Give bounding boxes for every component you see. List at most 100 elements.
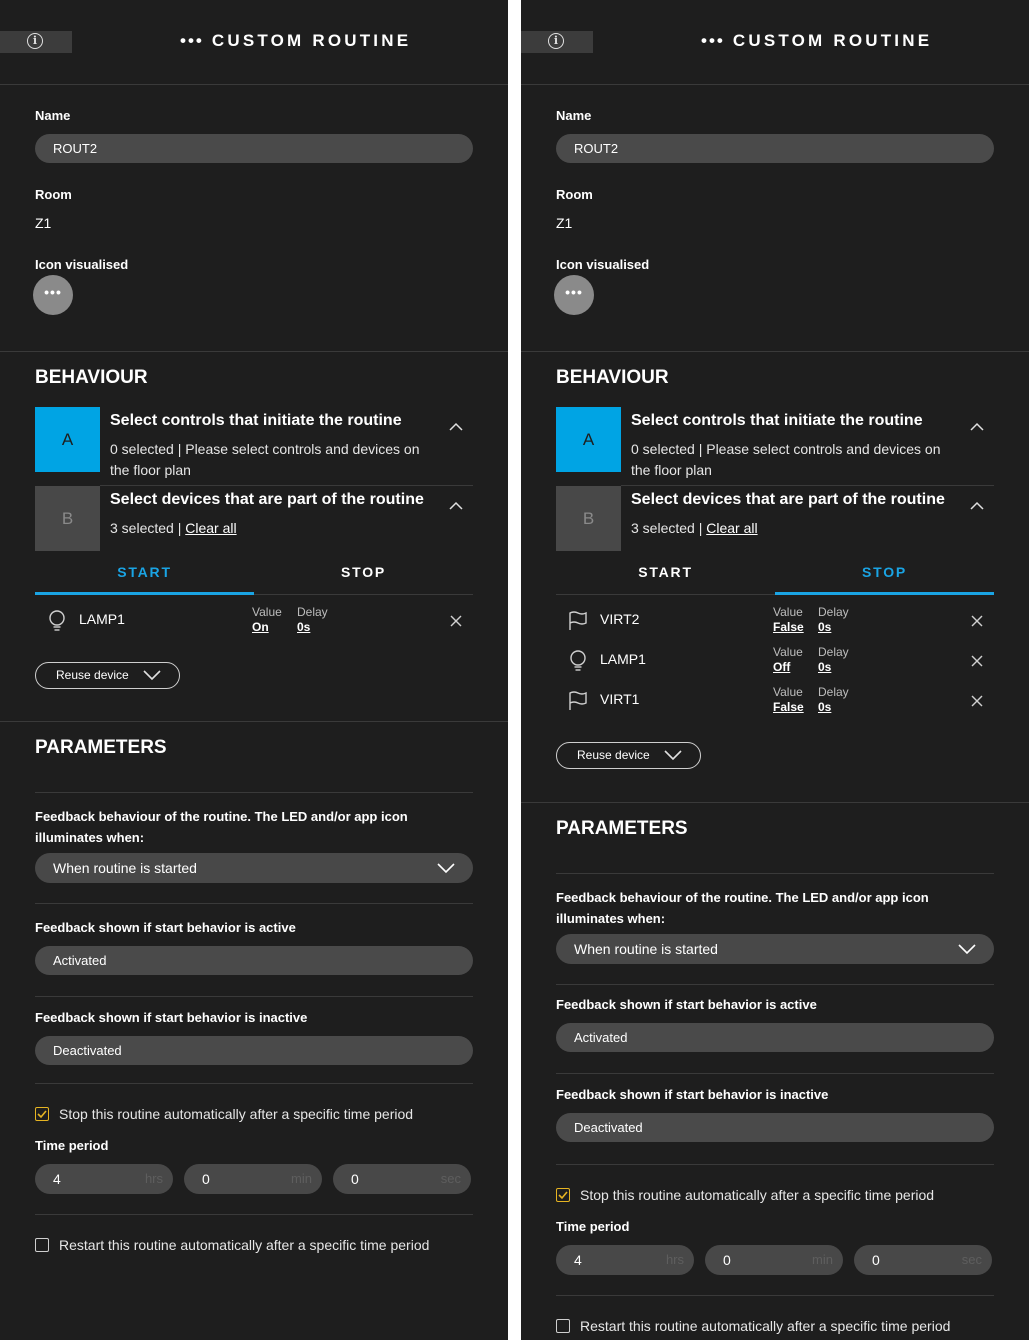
close-icon[interactable] [450,615,462,627]
device-delay[interactable]: 0s [818,620,831,634]
chevron-down-icon [664,750,682,761]
routine-panel-stop: i ••• CUSTOM ROUTINE Name ROUT2 Room Z1 I… [521,0,1029,1340]
device-delay[interactable]: 0s [818,660,831,674]
inactive-feedback-input[interactable]: Deactivated [556,1113,994,1142]
tab-stop[interactable]: STOP [775,564,994,580]
chevron-up-icon[interactable] [970,501,984,510]
minutes-unit: min [812,1252,833,1267]
seconds-input[interactable]: 0 sec [333,1164,471,1194]
inactive-feedback-input[interactable]: Deactivated [35,1036,473,1065]
device-value[interactable]: Off [773,660,790,674]
stop-auto-checkbox[interactable] [556,1188,570,1202]
seconds-value: 0 [351,1171,359,1187]
value-label: Value [773,605,803,619]
restart-auto-checkbox[interactable] [556,1319,570,1333]
divider [35,996,473,997]
device-name: VIRT2 [600,611,640,627]
routine-devices-title[interactable]: Select devices that are part of the rout… [631,491,945,509]
close-icon[interactable] [971,615,983,627]
routine-dots-icon: ••• [701,31,725,50]
device-row: LAMP1 Value Off Delay 0s [556,640,994,680]
routine-icon-button[interactable]: ••• [554,275,594,315]
tab-stop[interactable]: STOP [254,564,473,580]
divider [0,84,508,85]
value-label: Value [252,605,282,619]
hours-unit: hrs [665,1252,684,1267]
reuse-device-label: Reuse device [577,748,650,762]
routine-icon-button[interactable]: ••• [33,275,73,315]
close-icon[interactable] [971,695,983,707]
active-feedback-input[interactable]: Activated [556,1023,994,1052]
initiate-controls-subtitle: 0 selected | Please select controls and … [631,439,940,481]
feedback-behaviour-label: Feedback behaviour of the routine. The L… [556,887,929,929]
device-value[interactable]: False [773,620,804,634]
routine-devices-subtitle: 3 selected | Clear all [631,518,758,539]
routine-dots-icon: ••• [180,31,204,50]
initiate-controls-title[interactable]: Select controls that initiate the routin… [631,412,923,430]
device-name: VIRT1 [600,691,640,707]
subtitle-line: 0 selected | Please select controls and … [110,441,420,457]
name-input[interactable]: ROUT2 [35,134,473,163]
stop-auto-checkbox[interactable] [35,1107,49,1121]
routine-devices-title[interactable]: Select devices that are part of the rout… [110,491,424,509]
divider [556,1295,994,1296]
delay-label: Delay [818,685,849,699]
device-name: LAMP1 [79,611,125,627]
restart-auto-checkbox[interactable] [35,1238,49,1252]
chevron-up-icon[interactable] [449,422,463,431]
seconds-unit: sec [440,1171,461,1186]
seconds-input[interactable]: 0 sec [854,1245,992,1275]
stop-auto-label: Stop this routine automatically after a … [59,1106,414,1122]
info-button[interactable]: i [0,31,72,53]
behaviour-title: BEHAVIOUR [35,367,148,388]
minutes-input[interactable]: 0 min [184,1164,322,1194]
active-feedback-label: Feedback shown if start behavior is acti… [35,920,296,935]
divider [35,1083,473,1084]
restart-auto-label: Restart this routine automatically after… [580,1318,951,1334]
tab-start[interactable]: START [35,564,254,580]
inactive-feedback-label: Feedback shown if start behavior is inac… [35,1010,308,1025]
value-label: Value [773,685,803,699]
minutes-input[interactable]: 0 min [705,1245,843,1275]
reuse-device-button[interactable]: Reuse device [556,742,701,769]
active-feedback-input[interactable]: Activated [35,946,473,975]
divider [521,802,1029,803]
clear-all-link[interactable]: Clear all [185,520,236,536]
minutes-unit: min [291,1171,312,1186]
divider [35,1214,473,1215]
device-delay[interactable]: 0s [297,620,310,634]
step-b-badge: B [556,486,621,551]
feedback-behaviour-select[interactable]: When routine is started [556,934,994,964]
step-a-badge: A [556,407,621,472]
divider [0,721,508,722]
device-value[interactable]: False [773,700,804,714]
close-icon[interactable] [971,655,983,667]
delay-label: Delay [818,645,849,659]
room-value: Z1 [35,215,52,231]
divider [254,594,473,595]
seconds-value: 0 [872,1252,880,1268]
info-button[interactable]: i [521,31,593,53]
initiate-controls-title[interactable]: Select controls that initiate the routin… [110,412,402,430]
hours-input[interactable]: 4 hrs [35,1164,173,1194]
reuse-device-button[interactable]: Reuse device [35,662,180,689]
tab-start[interactable]: START [556,564,775,580]
chevron-up-icon[interactable] [970,422,984,431]
behaviour-title: BEHAVIOUR [556,367,669,388]
room-label: Room [556,187,593,202]
hours-input[interactable]: 4 hrs [556,1245,694,1275]
routine-panel-start: i ••• CUSTOM ROUTINE Name ROUT2 Room Z1 I… [0,0,508,1340]
name-input[interactable]: ROUT2 [556,134,994,163]
subtitle-line: the floor plan [110,462,191,478]
divider [100,485,473,486]
name-label: Name [35,108,71,123]
device-delay[interactable]: 0s [818,700,831,714]
device-value[interactable]: On [252,620,269,634]
chevron-up-icon[interactable] [449,501,463,510]
tab-stop-indicator [775,592,994,595]
selected-count: 3 selected | [110,520,186,536]
feedback-behaviour-select[interactable]: When routine is started [35,853,473,883]
reuse-device-label: Reuse device [56,668,129,682]
clear-all-link[interactable]: Clear all [706,520,757,536]
minutes-value: 0 [723,1252,731,1268]
